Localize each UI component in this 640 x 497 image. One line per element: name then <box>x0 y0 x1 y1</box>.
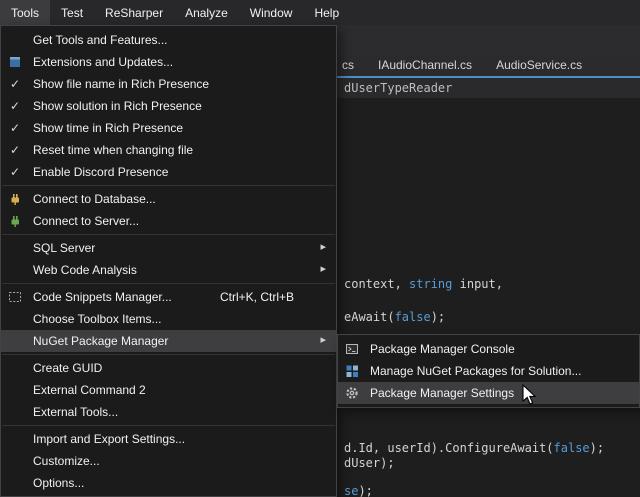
menu-item-label: Connect to Database... <box>33 192 156 206</box>
menu-item-show-time[interactable]: ✓ Show time in Rich Presence <box>1 117 336 139</box>
menubar-item-test[interactable]: Test <box>50 0 94 25</box>
menu-item-enable-discord[interactable]: ✓ Enable Discord Presence <box>1 161 336 183</box>
menu-item-label: Reset time when changing file <box>33 143 193 157</box>
code-line: se); <box>344 484 373 497</box>
menu-item-label: Options... <box>33 476 84 490</box>
submenu-arrow-icon: ▸ <box>320 335 326 346</box>
menu-item-import-export-settings[interactable]: Import and Export Settings... <box>1 428 336 450</box>
menu-item-label: Show file name in Rich Presence <box>33 77 209 91</box>
code-line: dUser); <box>344 456 395 470</box>
database-plug-icon <box>7 191 23 207</box>
menubar-item-help[interactable]: Help <box>303 0 350 25</box>
menu-item-connect-database[interactable]: Connect to Database... <box>1 188 336 210</box>
menu-item-label: Choose Toolbox Items... <box>33 312 162 326</box>
menubar-item-resharper[interactable]: ReSharper <box>94 0 174 25</box>
submenu-arrow-icon: ▸ <box>320 242 326 253</box>
code-snippets-icon <box>7 289 23 305</box>
tab-iaudiochannel-cs[interactable]: IAudioChannel.cs <box>367 54 483 76</box>
menu-item-web-code-analysis[interactable]: Web Code Analysis ▸ <box>1 259 336 281</box>
navigation-bar-text: dUserTypeReader <box>344 81 452 95</box>
menu-item-sql-server[interactable]: SQL Server ▸ <box>1 237 336 259</box>
tab-partial-cs[interactable]: cs <box>338 54 365 76</box>
code-line: d.Id, userId).ConfigureAwait(false); <box>344 441 604 455</box>
menu-item-show-solution[interactable]: ✓ Show solution in Rich Presence <box>1 95 336 117</box>
code-line: eAwait(false); <box>344 310 445 324</box>
submenu-item-package-manager-console[interactable]: Package Manager Console <box>338 338 639 360</box>
submenu-item-manage-nuget-packages[interactable]: Manage NuGet Packages for Solution... <box>338 360 639 382</box>
checkmark-icon: ✓ <box>10 100 20 112</box>
menu-item-label: SQL Server <box>33 241 95 255</box>
menu-item-extensions-updates[interactable]: Extensions and Updates... <box>1 51 336 73</box>
checkmark-icon: ✓ <box>10 122 20 134</box>
checkmark-icon: ✓ <box>10 144 20 156</box>
menu-item-label: Import and Export Settings... <box>33 432 185 446</box>
menu-item-label: Connect to Server... <box>33 214 139 228</box>
nuget-submenu: Package Manager Console Manage NuGet Pac… <box>337 334 640 408</box>
menu-item-label: Show time in Rich Presence <box>33 121 183 135</box>
menu-item-label: Get Tools and Features... <box>33 33 168 47</box>
code-line: context, string input, <box>344 277 503 291</box>
tools-menu: Get Tools and Features... Extensions and… <box>0 25 337 497</box>
checkmark-icon: ✓ <box>10 166 20 178</box>
menu-item-label: NuGet Package Manager <box>33 334 168 348</box>
submenu-item-package-manager-settings[interactable]: Package Manager Settings <box>338 382 639 404</box>
menu-item-label: Customize... <box>33 454 100 468</box>
menu-item-label: Web Code Analysis <box>33 263 137 277</box>
menu-item-get-tools[interactable]: Get Tools and Features... <box>1 29 336 51</box>
menu-separator <box>2 425 335 426</box>
menu-item-label: Show solution in Rich Presence <box>33 99 202 113</box>
menubar-item-tools[interactable]: Tools <box>0 0 50 25</box>
menu-item-label: Enable Discord Presence <box>33 165 168 179</box>
menu-item-external-tools[interactable]: External Tools... <box>1 401 336 423</box>
menu-item-shortcut: Ctrl+K, Ctrl+B <box>220 290 294 304</box>
menu-item-label: Create GUID <box>33 361 102 375</box>
console-icon <box>344 341 360 357</box>
menu-item-create-guid[interactable]: Create GUID <box>1 357 336 379</box>
menu-separator <box>2 283 335 284</box>
menu-item-external-command-2[interactable]: External Command 2 <box>1 379 336 401</box>
menu-item-label: External Command 2 <box>33 383 146 397</box>
menu-item-options[interactable]: Options... <box>1 472 336 494</box>
menu-separator <box>2 354 335 355</box>
menu-item-label: Manage NuGet Packages for Solution... <box>370 364 581 378</box>
menu-item-label: External Tools... <box>33 405 118 419</box>
menu-bar: Tools Test ReSharper Analyze Window Help <box>0 0 640 25</box>
checkmark-icon: ✓ <box>10 78 20 90</box>
menu-item-choose-toolbox-items[interactable]: Choose Toolbox Items... <box>1 308 336 330</box>
menu-separator <box>2 234 335 235</box>
menu-item-label: Extensions and Updates... <box>33 55 173 69</box>
menu-item-label: Package Manager Console <box>370 342 515 356</box>
menu-item-customize[interactable]: Customize... <box>1 450 336 472</box>
extensions-icon <box>7 54 23 70</box>
gear-icon <box>344 385 360 401</box>
menubar-item-analyze[interactable]: Analyze <box>174 0 239 25</box>
server-plug-icon <box>7 213 23 229</box>
manage-packages-icon <box>344 363 360 379</box>
submenu-arrow-icon: ▸ <box>320 264 326 275</box>
menu-item-nuget-package-manager[interactable]: NuGet Package Manager ▸ <box>1 330 336 352</box>
menu-item-label: Package Manager Settings <box>370 386 514 400</box>
vs-window: Tools Test ReSharper Analyze Window Help… <box>0 0 640 497</box>
menu-item-show-file-name[interactable]: ✓ Show file name in Rich Presence <box>1 73 336 95</box>
menu-item-reset-time[interactable]: ✓ Reset time when changing file <box>1 139 336 161</box>
tab-audioservice-cs[interactable]: AudioService.cs <box>485 54 593 76</box>
menubar-item-window[interactable]: Window <box>239 0 304 25</box>
menu-item-connect-server[interactable]: Connect to Server... <box>1 210 336 232</box>
menu-separator <box>2 185 335 186</box>
menu-item-label: Code Snippets Manager... <box>33 290 172 304</box>
menu-item-code-snippets-manager[interactable]: Code Snippets Manager... Ctrl+K, Ctrl+B <box>1 286 336 308</box>
